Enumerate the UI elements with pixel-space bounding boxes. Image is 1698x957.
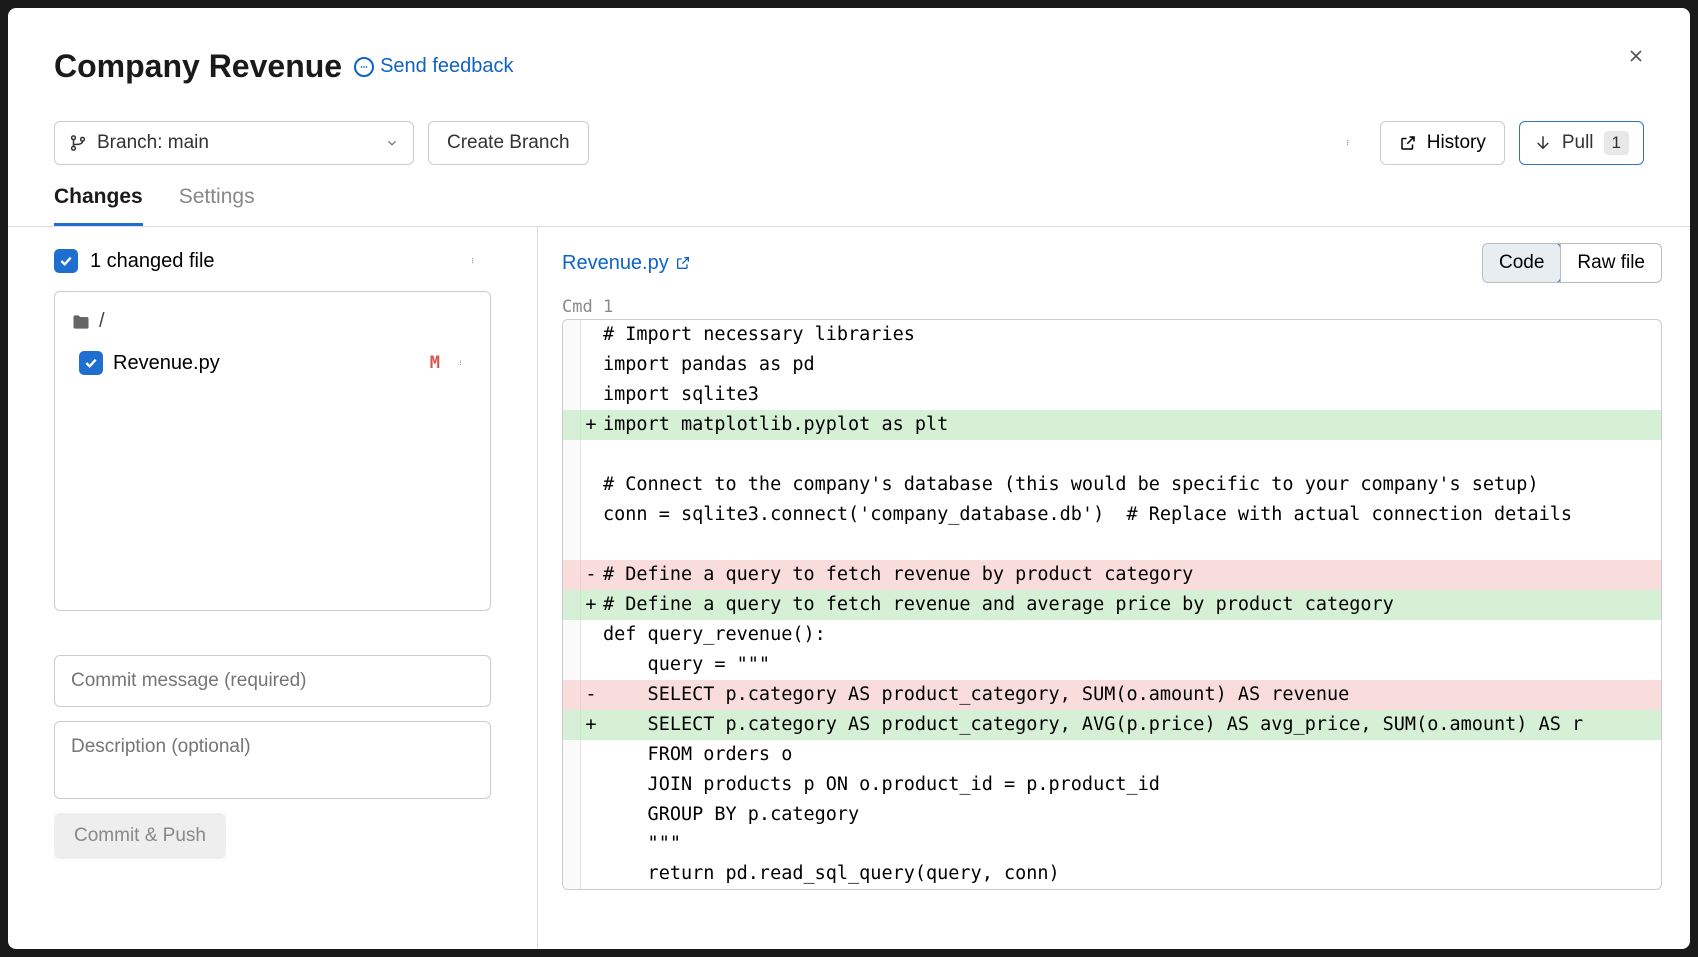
tab-settings[interactable]: Settings xyxy=(179,185,255,226)
history-button[interactable]: History xyxy=(1380,121,1505,165)
left-panel: 1 changed file / Revenue.py M xyxy=(8,227,538,949)
diff-line: def query_revenue(): xyxy=(563,620,1661,650)
kebab-icon xyxy=(460,353,465,373)
dialog-header: Company Revenue Send feedback xyxy=(54,48,1644,85)
file-checkbox[interactable] xyxy=(79,351,103,375)
external-link-icon xyxy=(1399,134,1417,152)
diff-line: """ xyxy=(563,829,1661,859)
diff-line: + SELECT p.category AS product_category,… xyxy=(563,710,1661,740)
create-branch-button[interactable]: Create Branch xyxy=(428,121,589,165)
pull-label: Pull xyxy=(1562,132,1594,154)
diff-line: - SELECT p.category AS product_category,… xyxy=(563,680,1661,710)
close-button[interactable] xyxy=(1620,40,1652,72)
pull-count-badge: 1 xyxy=(1604,131,1629,155)
kebab-icon xyxy=(1347,132,1353,154)
file-name: Revenue.py xyxy=(113,352,420,375)
diff-line: FROM orders o xyxy=(563,740,1661,770)
view-toggle: Code Raw file xyxy=(1482,243,1662,283)
file-header: Revenue.py Code Raw file xyxy=(562,243,1662,283)
more-actions-button[interactable] xyxy=(1334,127,1366,159)
send-feedback-link[interactable]: Send feedback xyxy=(354,55,513,78)
root-path-label: / xyxy=(99,310,105,333)
diff-line: # Connect to the company's database (thi… xyxy=(563,470,1661,500)
diff-line: # Import necessary libraries xyxy=(563,320,1661,350)
check-icon xyxy=(83,355,99,371)
diff-line: return pd.read_sql_query(query, conn) xyxy=(563,859,1661,889)
chevron-down-icon xyxy=(385,136,399,150)
diff-line: +# Define a query to fetch revenue and a… xyxy=(563,590,1661,620)
diff-line xyxy=(563,530,1661,560)
main-content: 1 changed file / Revenue.py M xyxy=(8,227,1690,949)
diff-line: import sqlite3 xyxy=(563,380,1661,410)
page-title: Company Revenue xyxy=(54,48,342,85)
cmd-label: Cmd 1 xyxy=(562,297,1662,317)
file-tree: / Revenue.py M xyxy=(54,291,491,611)
diff-line: import pandas as pd xyxy=(563,350,1661,380)
check-icon xyxy=(58,253,74,269)
chat-icon xyxy=(354,57,374,77)
diff-line: conn = sqlite3.connect('company_database… xyxy=(563,500,1661,530)
view-code-button[interactable]: Code xyxy=(1482,243,1561,283)
right-panel: Revenue.py Code Raw file Cmd 1 # Import … xyxy=(538,227,1690,949)
modal-dialog: Company Revenue Send feedback Branch: ma… xyxy=(8,8,1690,949)
modified-badge: M xyxy=(430,353,440,373)
file-tree-item[interactable]: Revenue.py M xyxy=(65,339,480,387)
close-icon xyxy=(1626,46,1646,66)
branch-selector[interactable]: Branch: main xyxy=(54,121,414,165)
changed-files-menu[interactable] xyxy=(459,245,491,277)
branch-label: Branch: main xyxy=(97,132,375,154)
branch-icon xyxy=(69,134,87,152)
kebab-icon xyxy=(472,250,478,272)
diff-line: GROUP BY p.category xyxy=(563,800,1661,830)
arrow-down-icon xyxy=(1534,134,1552,152)
diff-line: -# Define a query to fetch revenue by pr… xyxy=(563,560,1661,590)
changed-files-count: 1 changed file xyxy=(90,250,447,273)
commit-message-input[interactable] xyxy=(54,655,491,707)
commit-description-input[interactable] xyxy=(54,721,491,799)
view-raw-button[interactable]: Raw file xyxy=(1560,244,1661,282)
diff-line: JOIN products p ON o.product_id = p.prod… xyxy=(563,770,1661,800)
tabs: Changes Settings xyxy=(8,185,1690,227)
changed-files-header: 1 changed file xyxy=(54,245,491,277)
external-link-icon xyxy=(675,255,691,271)
pull-button[interactable]: Pull 1 xyxy=(1519,121,1644,165)
history-label: History xyxy=(1427,132,1486,154)
commit-push-button[interactable]: Commit & Push xyxy=(54,813,226,859)
file-name-link[interactable]: Revenue.py xyxy=(562,252,691,275)
toolbar: Branch: main Create Branch History Pull … xyxy=(54,121,1644,165)
diff-line: query = """ xyxy=(563,650,1661,680)
file-item-menu[interactable] xyxy=(450,347,474,379)
diff-line: +import matplotlib.pyplot as plt xyxy=(563,410,1661,440)
tree-root[interactable]: / xyxy=(65,304,480,339)
diff-line xyxy=(563,440,1661,470)
tab-changes[interactable]: Changes xyxy=(54,185,143,226)
folder-icon xyxy=(71,312,91,332)
feedback-label: Send feedback xyxy=(380,55,513,78)
select-all-checkbox[interactable] xyxy=(54,249,78,273)
diff-viewer: # Import necessary libraries import pand… xyxy=(562,319,1662,890)
